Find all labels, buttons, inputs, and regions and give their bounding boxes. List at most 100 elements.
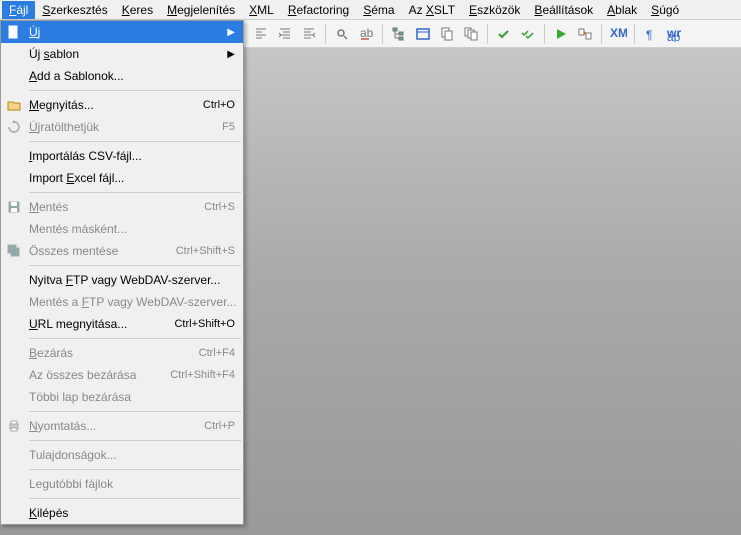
menuitem-importexcelfájl[interactable]: Import Excel fájl...: [1, 167, 243, 189]
menuitem-új[interactable]: Új▶: [1, 21, 243, 43]
pilcrow-button[interactable]: ¶: [640, 23, 662, 45]
menu-azxslt[interactable]: Az XSLT: [402, 1, 462, 19]
shortcut-label: Ctrl+S: [204, 201, 235, 213]
menuitem-label: Mentés a FTP vagy WebDAV-szerver...: [29, 295, 236, 309]
menuitem-label: Többi lap bezárása: [29, 390, 235, 404]
menuitem-label: Importálás CSV-fájl...: [29, 149, 235, 163]
shortcut-label: Ctrl+P: [204, 420, 235, 432]
menu-separator: [29, 411, 241, 412]
menuitem-label: Megnyitás...: [29, 98, 203, 112]
menuitem-kilépés[interactable]: Kilépés: [1, 502, 243, 524]
new-file-icon: [5, 23, 23, 41]
shortcut-label: Ctrl+O: [203, 99, 235, 111]
toolbar-separator: [487, 24, 488, 44]
xml-button[interactable]: XML: [607, 23, 629, 45]
blank-icon: [5, 388, 23, 406]
find-button[interactable]: [331, 23, 353, 45]
submenu-arrow-icon: ▶: [227, 49, 235, 60]
blank-icon: [5, 45, 23, 63]
blank-icon: [5, 366, 23, 384]
menu-separator: [29, 498, 241, 499]
menu-szerkeszts[interactable]: Szerkesztés: [35, 1, 114, 19]
menuitem-újsablon[interactable]: Új sablon▶: [1, 43, 243, 65]
menuitem-azösszesbezárás: Az összes bezárásaCtrl+Shift+F4: [1, 364, 243, 386]
menu-sg[interactable]: Súgó: [644, 1, 686, 19]
menu-refactoring[interactable]: Refactoring: [281, 1, 356, 19]
menuitem-addasablonok[interactable]: Add a Sablonok...: [1, 65, 243, 87]
menu-xml[interactable]: XML: [242, 1, 281, 19]
indent-right-button[interactable]: [274, 23, 296, 45]
outdent-button[interactable]: [298, 23, 320, 45]
shortcut-label: Ctrl+Shift+O: [174, 318, 235, 330]
menuitem-többilapbezárás: Többi lap bezárása: [1, 386, 243, 408]
menu-eszkzk[interactable]: Eszközök: [462, 1, 527, 19]
menu-separator: [29, 265, 241, 266]
menu-separator: [29, 90, 241, 91]
menuitem-nyitvaftpvagywe[interactable]: Nyitva FTP vagy WebDAV-szerver...: [1, 269, 243, 291]
svg-text:ab: ab: [360, 26, 374, 40]
menuitem-importáláscsvfá[interactable]: Importálás CSV-fájl...: [1, 145, 243, 167]
menuitem-nyomtatás: Nyomtatás...Ctrl+P: [1, 415, 243, 437]
svg-text:ap: ap: [667, 30, 681, 42]
menu-keres[interactable]: Keres: [115, 1, 160, 19]
menuitem-összesmentése: Összes mentéseCtrl+Shift+S: [1, 240, 243, 262]
svg-text:XML: XML: [610, 26, 627, 40]
menu-fjl[interactable]: Fájl: [2, 1, 35, 19]
menuitem-label: Nyomtatás...: [29, 419, 204, 433]
save-all-icon: [5, 242, 23, 260]
blank-icon: [5, 344, 23, 362]
replace-button[interactable]: ab: [355, 23, 377, 45]
toolbar-separator: [601, 24, 602, 44]
open-folder-icon: [5, 96, 23, 114]
transform-button[interactable]: [574, 23, 596, 45]
menu-separator: [29, 469, 241, 470]
multi-doc-button[interactable]: [460, 23, 482, 45]
copy-doc-button[interactable]: [436, 23, 458, 45]
svg-text:¶: ¶: [646, 28, 652, 42]
menuitem-legutóbbifájlok: Legutóbbi fájlok: [1, 473, 243, 495]
menuitem-bezárás: BezárásCtrl+F4: [1, 342, 243, 364]
check-button[interactable]: [493, 23, 515, 45]
blank-icon: [5, 446, 23, 464]
menuitem-label: Az összes bezárása: [29, 368, 170, 382]
indent-left-button[interactable]: [250, 23, 272, 45]
submenu-arrow-icon: ▶: [227, 27, 235, 38]
menu-separator: [29, 192, 241, 193]
menuitem-tulajdonságok: Tulajdonságok...: [1, 444, 243, 466]
menu-sma[interactable]: Séma: [356, 1, 401, 19]
blank-icon: [5, 315, 23, 333]
menuitem-label: Kilépés: [29, 506, 235, 520]
blank-icon: [5, 475, 23, 493]
menuitem-label: Mentés: [29, 200, 204, 214]
blank-icon: [5, 271, 23, 289]
window-button[interactable]: [412, 23, 434, 45]
save-icon: [5, 198, 23, 216]
menu-separator: [29, 440, 241, 441]
menu-megjelents[interactable]: Megjelenítés: [160, 1, 242, 19]
blank-icon: [5, 67, 23, 85]
menu-separator: [29, 338, 241, 339]
file-menu-dropdown: Új▶Új sablon▶Add a Sablonok...Megnyitás.…: [0, 20, 244, 525]
blank-icon: [5, 169, 23, 187]
menuitem-mentésmásként: Mentés másként...: [1, 218, 243, 240]
menuitem-újratölthetjük: ÚjratölthetjükF5: [1, 116, 243, 138]
menu-belltsok[interactable]: Beállítások: [527, 1, 600, 19]
wrap-button[interactable]: wrap: [664, 23, 686, 45]
menuitem-label: Újratölthetjük: [29, 120, 222, 134]
menuitem-label: Új sablon: [29, 47, 227, 61]
menuitem-label: Mentés másként...: [29, 222, 235, 236]
menuitem-label: URL megnyitása...: [29, 317, 174, 331]
double-check-button[interactable]: [517, 23, 539, 45]
tree-button[interactable]: [388, 23, 410, 45]
toolbar-separator: [544, 24, 545, 44]
toolbar-separator: [634, 24, 635, 44]
menuitem-megnyitás[interactable]: Megnyitás...Ctrl+O: [1, 94, 243, 116]
blank-icon: [5, 504, 23, 522]
shortcut-label: Ctrl+Shift+S: [176, 245, 235, 257]
play-button[interactable]: [550, 23, 572, 45]
menuitem-mentés: MentésCtrl+S: [1, 196, 243, 218]
toolbar-separator: [325, 24, 326, 44]
menu-ablak[interactable]: Ablak: [600, 1, 644, 19]
menuitem-urlmegnyitása[interactable]: URL megnyitása...Ctrl+Shift+O: [1, 313, 243, 335]
menuitem-label: Új: [29, 25, 227, 39]
